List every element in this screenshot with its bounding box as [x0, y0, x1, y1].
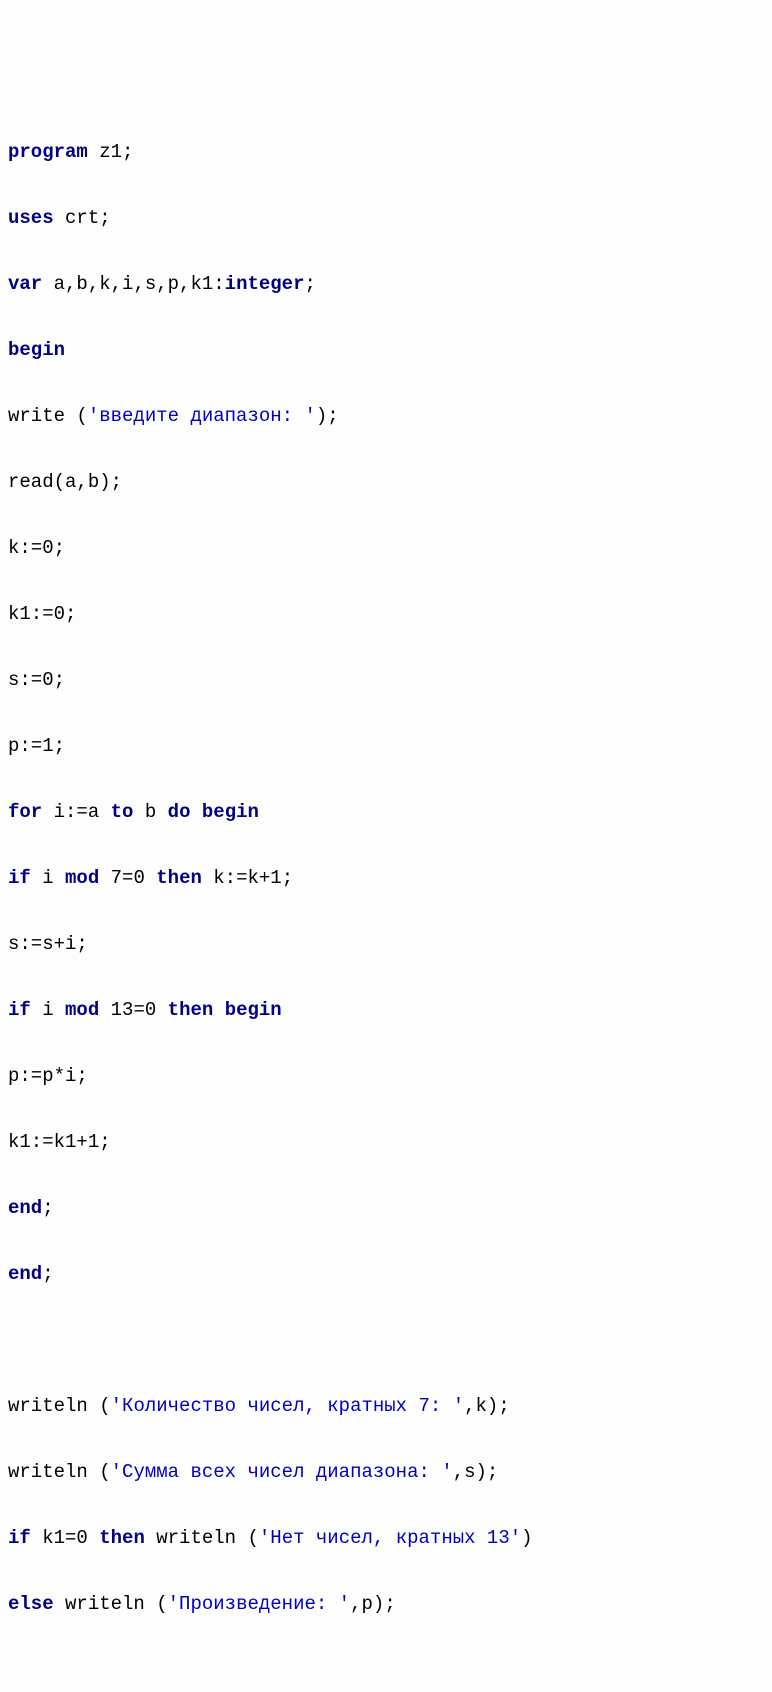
keyword-begin: begin [8, 339, 65, 361]
code-line: if i mod 13=0 then begin [8, 994, 764, 1027]
keyword-if: if [8, 999, 31, 1021]
string-literal: 'Сумма всех чисел диапазона: ' [111, 1461, 453, 1483]
keyword-to: to [111, 801, 134, 823]
call-writeln: writeln [8, 1461, 88, 1483]
keyword-var: var [8, 273, 42, 295]
stmt-sinc: s:=s+i; [8, 933, 88, 955]
code-line: begin [8, 334, 764, 367]
call-writeln: writeln [156, 1527, 236, 1549]
call-write: write [8, 405, 65, 427]
string-literal: 'введите диапазон: ' [88, 405, 316, 427]
stmt-s0: s:=0; [8, 669, 65, 691]
code-line: writeln ('Количество чисел, кратных 7: '… [8, 1390, 764, 1423]
keyword-do: do [168, 801, 191, 823]
code-line: read(a,b); [8, 466, 764, 499]
code-line: else writeln ('Произведение: ',p); [8, 1588, 764, 1621]
code-line: end; [8, 1192, 764, 1225]
code-line: s:=0; [8, 664, 764, 697]
punct-semi: ; [122, 141, 133, 163]
var-list: a,b,k,i,s,p,k1 [54, 273, 214, 295]
keyword-mod: mod [65, 867, 99, 889]
keyword-end: end [8, 1197, 42, 1219]
ident-z1: z1 [99, 141, 122, 163]
code-line: p:=1; [8, 730, 764, 763]
code-line: k:=0; [8, 532, 764, 565]
call-read: read [8, 471, 54, 493]
stmt-k1inc: k1:=k1+1; [8, 1131, 111, 1153]
code-line: p:=p*i; [8, 1060, 764, 1093]
code-line: k1:=0; [8, 598, 764, 631]
keyword-if: if [8, 867, 31, 889]
call-writeln: writeln [65, 1593, 145, 1615]
string-literal: 'Количество чисел, кратных 7: ' [111, 1395, 464, 1417]
code-line: s:=s+i; [8, 928, 764, 961]
string-literal: 'Нет чисел, кратных 13' [259, 1527, 521, 1549]
keyword-then: then [168, 999, 214, 1021]
stmt-p1: p:=1; [8, 735, 65, 757]
blank-line [8, 1324, 764, 1357]
stmt-pmul: p:=p*i; [8, 1065, 88, 1087]
blank-line [8, 1654, 764, 1687]
args-ab: (a,b) [54, 471, 111, 493]
keyword-for: for [8, 801, 42, 823]
code-line: program z1; [8, 136, 764, 169]
code-line: k1:=k1+1; [8, 1126, 764, 1159]
keyword-program: program [8, 141, 88, 163]
code-line: writeln ('Сумма всех чисел диапазона: ',… [8, 1456, 764, 1489]
code-line: for i:=a to b do begin [8, 796, 764, 829]
keyword-uses: uses [8, 207, 54, 229]
ident-crt: crt [65, 207, 99, 229]
keyword-end: end [8, 1263, 42, 1285]
stmt-k10: k1:=0; [8, 603, 76, 625]
keyword-integer: integer [225, 273, 305, 295]
code-line: if i mod 7=0 then k:=k+1; [8, 862, 764, 895]
code-line: if k1=0 then writeln ('Нет чисел, кратны… [8, 1522, 764, 1555]
keyword-then: then [99, 1527, 145, 1549]
keyword-mod: mod [65, 999, 99, 1021]
keyword-then: then [156, 867, 202, 889]
keyword-else: else [8, 1593, 54, 1615]
code-line: write ('введите диапазон: '); [8, 400, 764, 433]
string-literal: 'Произведение: ' [168, 1593, 350, 1615]
code-line: end; [8, 1258, 764, 1291]
code-line: uses crt; [8, 202, 764, 235]
keyword-if: if [8, 1527, 31, 1549]
stmt-k0: k:=0; [8, 537, 65, 559]
code-line: var a,b,k,i,s,p,k1:integer; [8, 268, 764, 301]
keyword-begin: begin [202, 801, 259, 823]
call-writeln: writeln [8, 1395, 88, 1417]
keyword-begin: begin [225, 999, 282, 1021]
